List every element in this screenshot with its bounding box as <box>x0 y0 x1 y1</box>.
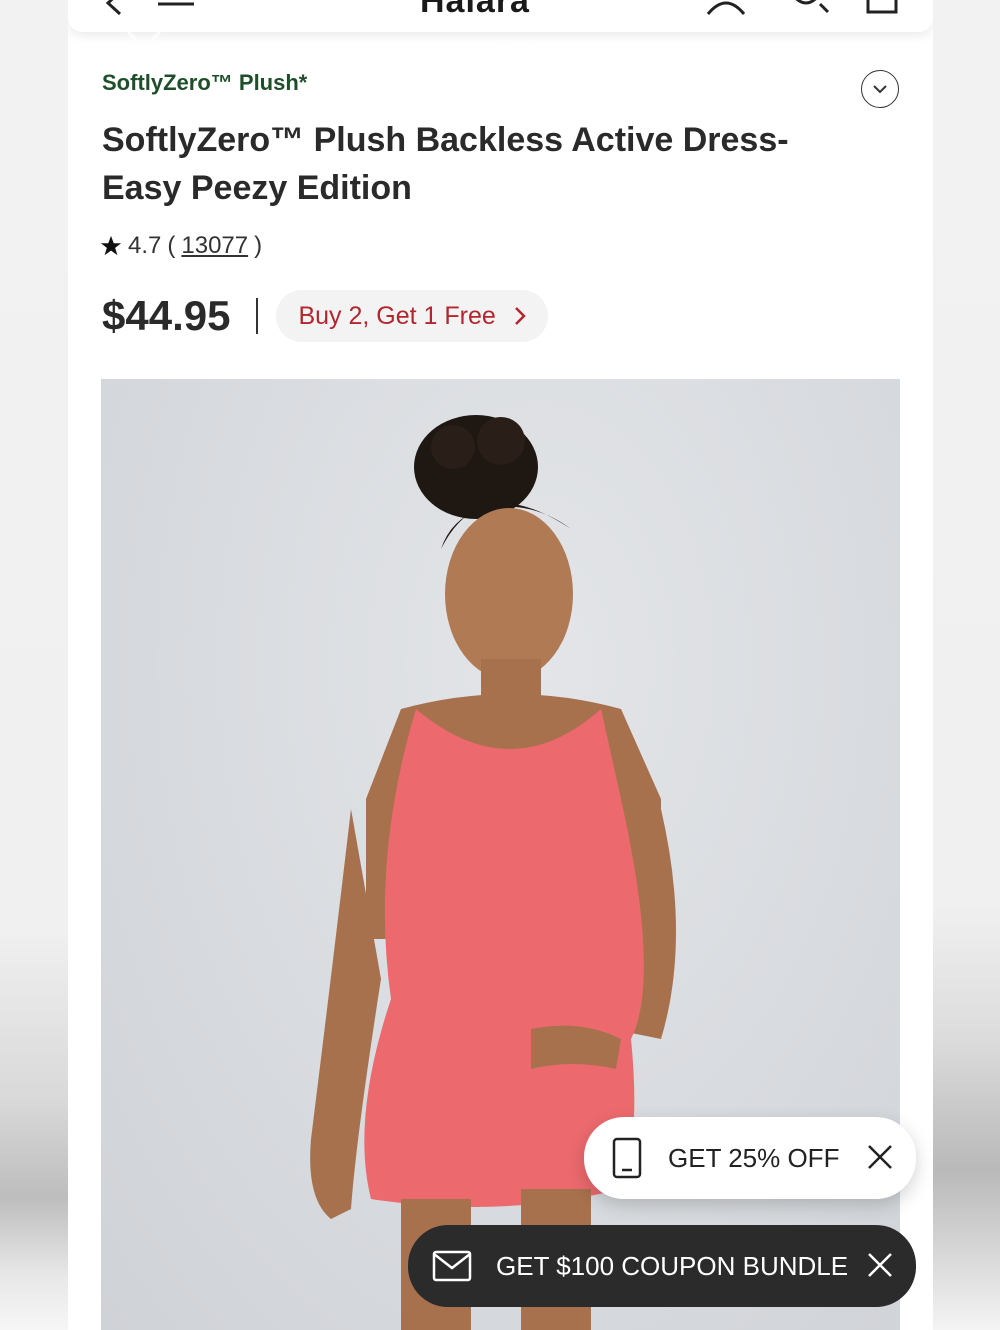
product-price: $44.95 <box>102 292 231 339</box>
right-backdrop <box>932 0 1000 1330</box>
chevron-down-icon <box>873 85 887 94</box>
collapse-button[interactable] <box>861 70 899 108</box>
cart-icon[interactable] <box>864 0 900 23</box>
top-nav-bar: Halara <box>68 0 933 32</box>
price-divider <box>256 298 259 334</box>
back-arrow-icon[interactable] <box>102 0 128 21</box>
rating-paren-open: ( <box>167 232 176 259</box>
gallery-counter: 1 of 4 <box>448 34 534 72</box>
phone-icon <box>612 1137 642 1179</box>
left-backdrop <box>0 0 68 1330</box>
close-gallery-icon[interactable] <box>124 30 164 65</box>
coupon-bundle-popup[interactable]: GET $100 COUPON BUNDLE <box>408 1225 916 1307</box>
close-discount-icon[interactable] <box>866 1143 894 1178</box>
coupon-bundle-label: GET $100 COUPON BUNDLE <box>496 1250 849 1281</box>
rating-value: 4.7 <box>128 232 162 259</box>
brand-logo[interactable]: Halara <box>420 0 530 21</box>
menu-icon[interactable] <box>156 0 196 19</box>
product-title: SoftlyZero™ Plush Backless Active Dress-… <box>102 121 789 207</box>
close-bundle-icon[interactable] <box>866 1251 894 1286</box>
mail-icon <box>432 1250 472 1282</box>
discount-label: GET 25% OFF <box>668 1142 840 1173</box>
product-series[interactable]: SoftlyZero™ Plush* <box>102 70 307 96</box>
chevron-right-icon <box>514 307 526 325</box>
promo-label: Buy 2, Get 1 Free <box>298 301 496 330</box>
price-row: $44.95 Buy 2, Get 1 Free <box>102 290 548 342</box>
account-icon[interactable] <box>704 0 748 21</box>
promo-button[interactable]: Buy 2, Get 1 Free <box>276 290 548 342</box>
discount-popup[interactable]: GET 25% OFF <box>584 1117 916 1199</box>
product-rating[interactable]: 4.7 (13077) <box>100 232 262 260</box>
search-icon[interactable] <box>786 0 830 21</box>
star-icon <box>100 235 122 256</box>
review-count-link[interactable]: 13077 <box>181 232 248 260</box>
rating-paren-close: ) <box>254 232 263 259</box>
